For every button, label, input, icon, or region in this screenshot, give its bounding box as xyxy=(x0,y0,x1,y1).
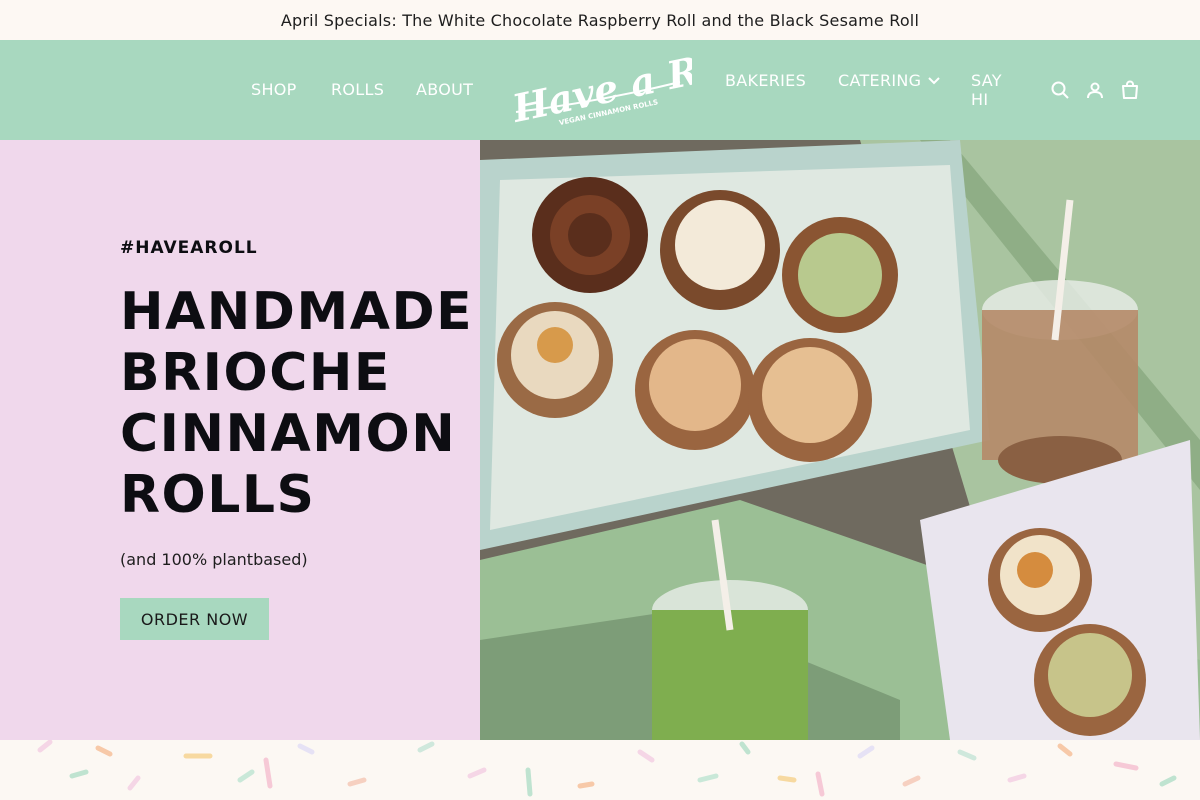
cinnamon-rolls-photo xyxy=(480,140,1200,740)
brand-logo[interactable]: Have a Roll VEGAN CINNAMON ROLLS xyxy=(508,36,757,131)
nav-bakeries[interactable]: BAKERIES xyxy=(725,71,806,90)
announcement-text: April Specials: The White Chocolate Rasp… xyxy=(280,10,920,30)
nav-about[interactable]: ABOUT xyxy=(416,80,473,99)
hero-title-line: BRIOCHE xyxy=(120,343,391,403)
hero-title-line: ROLLS xyxy=(120,465,316,525)
hero-title-line: HANDMADE xyxy=(120,282,474,342)
hero-subtitle: (and 100% plantbased) xyxy=(120,550,308,569)
search-icon[interactable] xyxy=(1050,80,1070,100)
hero-text-panel: #HAVEAROLL HANDMADE BRIOCHE CINNAMON ROL… xyxy=(0,140,480,740)
nav-say-hi[interactable]: SAY HI xyxy=(971,71,1011,109)
nav-catering[interactable]: CATERING xyxy=(838,71,941,90)
hero-hashtag: #HAVEAROLL xyxy=(120,238,258,258)
chevron-down-icon xyxy=(928,76,941,84)
hero-title-line: CINNAMON xyxy=(120,404,457,464)
nav-rolls[interactable]: ROLLS xyxy=(331,80,384,99)
site-header: SHOP ROLLS ABOUT Have a Roll VEGAN CINNA… xyxy=(0,36,1200,140)
sprinkles-band xyxy=(0,740,1200,800)
announcement-bar: April Specials: The White Chocolate Rasp… xyxy=(0,0,1200,40)
hero-image xyxy=(480,140,1200,740)
hero-title: HANDMADE BRIOCHE CINNAMON ROLLS xyxy=(120,282,474,526)
have-a-roll-logo: Have a Roll VEGAN CINNAMON ROLLS xyxy=(508,36,757,131)
nav-shop[interactable]: SHOP xyxy=(251,80,297,99)
order-now-button[interactable]: ORDER NOW xyxy=(120,598,269,640)
cart-icon[interactable] xyxy=(1120,80,1140,100)
sprinkles-decoration xyxy=(37,740,1177,797)
nav-catering-label: CATERING xyxy=(838,71,922,90)
account-icon[interactable] xyxy=(1085,80,1105,100)
